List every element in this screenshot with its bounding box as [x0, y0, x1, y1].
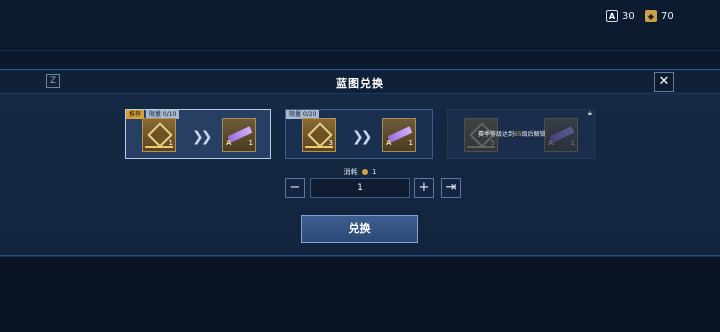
currency-a: A 30: [606, 10, 635, 22]
blueprint-crate-item: 3: [302, 118, 336, 152]
increase-button[interactable]: +: [414, 178, 434, 198]
a-token-icon: A: [606, 10, 618, 22]
max-button[interactable]: ⇥: [441, 178, 461, 198]
currency-b-value: 70: [661, 10, 674, 22]
gold-crate-icon: ◆: [645, 10, 657, 22]
background-line: [0, 50, 720, 51]
cost-value: 1: [372, 168, 377, 176]
modal-header: Z 蓝图兑换 ✕: [0, 70, 720, 94]
item-qty: 1: [168, 139, 173, 147]
close-icon: ✕: [658, 74, 670, 89]
unlock-level: 65: [514, 131, 522, 138]
unlock-requirement: 赛季等级达到65级后解锁: [478, 129, 546, 138]
close-button[interactable]: ✕: [654, 72, 674, 92]
unlock-suffix: 级后解锁: [521, 131, 546, 138]
background-line: [0, 256, 720, 257]
decrease-button[interactable]: −: [285, 178, 305, 198]
currency-b: ◆ 70: [645, 10, 674, 22]
coin-icon: [361, 169, 368, 175]
item-qty: 3: [328, 139, 333, 147]
weapon-qty: 1: [248, 139, 253, 147]
weapon-qty: 1: [408, 139, 413, 147]
cost-label: 消耗: [343, 168, 358, 176]
lock-icon: 🔒︎: [588, 109, 592, 117]
exchange-option-3-locked[interactable]: 5 A 1 赛季等级达到65级后解锁 🔒︎: [447, 109, 595, 159]
blueprint-crate-item: 1: [142, 118, 176, 152]
weapon-item: A 1: [544, 118, 578, 152]
modal-title: 蓝图兑换: [336, 77, 384, 90]
currency-a-value: 30: [622, 10, 635, 22]
blueprint-exchange-modal: Z 蓝图兑换 ✕ 推荐 限量 0/10 1 ❯❯ A 1 限量 0/20 3 ❯…: [0, 69, 720, 256]
weapon-item: A 1: [382, 118, 416, 152]
weapon-qty: 1: [570, 139, 575, 147]
cost-row: 消耗 1: [0, 167, 720, 177]
exchange-option-2[interactable]: 限量 0/20 3 ❯❯ A 1: [285, 109, 433, 159]
item-qty: 5: [490, 139, 495, 147]
grade-label: A: [386, 139, 392, 147]
grade-label: A: [226, 139, 232, 147]
double-chevron-icon: ❯❯: [192, 129, 213, 145]
weapon-item: A 1: [222, 118, 256, 152]
unlock-prefix: 赛季等级达到: [478, 131, 515, 138]
redeem-button[interactable]: 兑换: [301, 215, 418, 243]
exchange-option-1[interactable]: 推荐 限量 0/10 1 ❯❯ A 1: [125, 109, 271, 159]
quantity-field[interactable]: 1: [310, 178, 410, 198]
double-chevron-icon: ❯❯: [352, 129, 373, 145]
grade-label: A: [548, 139, 554, 147]
